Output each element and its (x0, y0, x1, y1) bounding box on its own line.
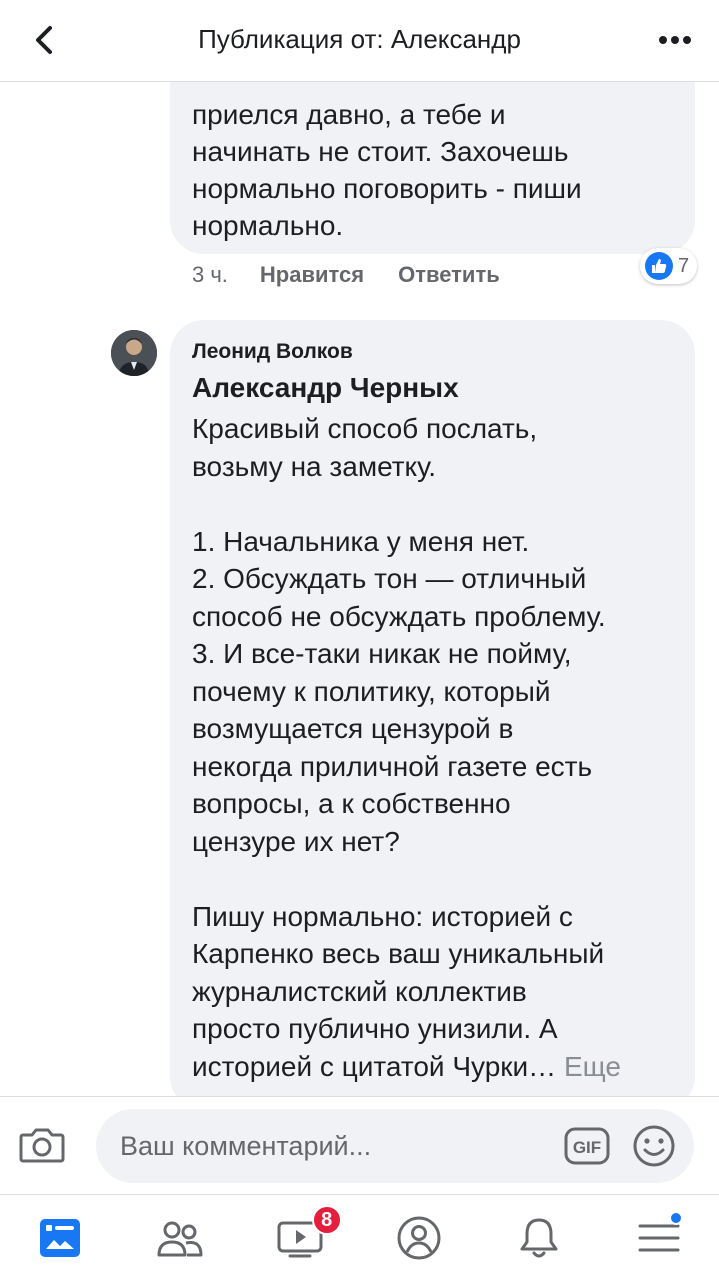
more-options-button[interactable] (653, 18, 697, 62)
gif-icon: GIF (564, 1127, 610, 1165)
comment-author[interactable]: Леонид Волков (192, 340, 353, 364)
comment-input[interactable] (120, 1125, 540, 1167)
reaction-count: 7 (678, 254, 690, 277)
tab-news-feed[interactable] (0, 1195, 120, 1280)
comment-bubble-previous: приелся давно, а тебе и начинать не стои… (170, 82, 695, 254)
comment-body-text: Красивый способ послать, возьму на замет… (192, 413, 606, 1082)
tab-profile[interactable] (359, 1195, 479, 1280)
avatar[interactable] (111, 330, 157, 376)
reaction-summary[interactable]: 7 (640, 248, 698, 284)
comment-input-wrapper[interactable]: GIF (96, 1109, 694, 1183)
friends-icon (157, 1221, 203, 1256)
top-bar: Публикация от: Александр (0, 0, 719, 82)
notification-badge: 8 (311, 1205, 342, 1235)
gif-label: GIF (573, 1138, 601, 1157)
page-title: Публикация от: Александр (198, 24, 521, 54)
comment-body: Красивый способ послать, возьму на замет… (192, 410, 682, 1085)
comment-bubble-main: Леонид Волков Александр Черных Красивый … (170, 320, 695, 1096)
comment-actions: 3 ч. Нравится Ответить (192, 260, 534, 290)
like-icon (645, 252, 673, 280)
tab-watch[interactable]: 8 (240, 1195, 360, 1280)
emoji-button[interactable] (632, 1124, 676, 1168)
news-feed-icon (39, 1218, 80, 1257)
camera-button[interactable] (16, 1121, 68, 1169)
profile-icon (397, 1216, 441, 1259)
like-link[interactable]: Нравится (260, 262, 364, 288)
notifications-bell-icon (520, 1218, 558, 1257)
comment-timestamp: 3 ч. (192, 262, 228, 287)
new-indicator-dot (668, 1211, 683, 1225)
reply-link[interactable]: Ответить (398, 262, 500, 288)
bottom-navigation: 8 (0, 1194, 719, 1280)
comment-text: приелся давно, а тебе и начинать не стои… (192, 99, 582, 241)
comments-thread[interactable]: приелся давно, а тебе и начинать не стои… (0, 82, 719, 1096)
avatar-photo-icon (111, 330, 157, 376)
more-dots-icon (659, 36, 691, 44)
mentioned-user[interactable]: Александр Черных (192, 372, 459, 404)
see-more-link[interactable]: Еще (564, 1051, 621, 1082)
emoji-smile-icon (633, 1125, 675, 1167)
tab-menu[interactable] (599, 1195, 719, 1280)
camera-icon (19, 1128, 65, 1163)
tab-friends[interactable] (120, 1195, 240, 1280)
tab-notifications[interactable] (479, 1195, 599, 1280)
gif-button[interactable]: GIF (564, 1126, 610, 1166)
comment-composer: GIF (0, 1096, 719, 1194)
